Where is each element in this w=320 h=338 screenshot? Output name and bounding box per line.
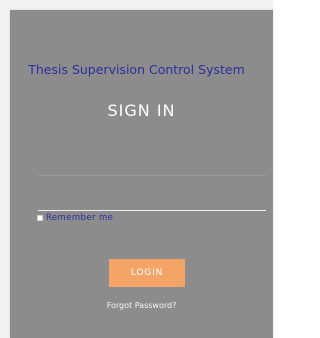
remember-me-checkbox[interactable]	[37, 215, 43, 221]
sign-in-heading: SIGN IN	[107, 101, 176, 120]
page-background: Thesis Supervision Control System SIGN I…	[0, 0, 273, 338]
remember-me-row[interactable]: Remember me	[37, 213, 113, 223]
forgot-password-link[interactable]: Forgot Password?	[10, 301, 273, 310]
login-card: Thesis Supervision Control System SIGN I…	[10, 10, 273, 338]
app-title: Thesis Supervision Control System	[28, 62, 245, 77]
username-field[interactable]	[38, 151, 266, 176]
password-field[interactable]	[38, 186, 266, 211]
login-button[interactable]: LOGIN	[109, 259, 185, 287]
remember-me-label[interactable]: Remember me	[46, 213, 113, 223]
